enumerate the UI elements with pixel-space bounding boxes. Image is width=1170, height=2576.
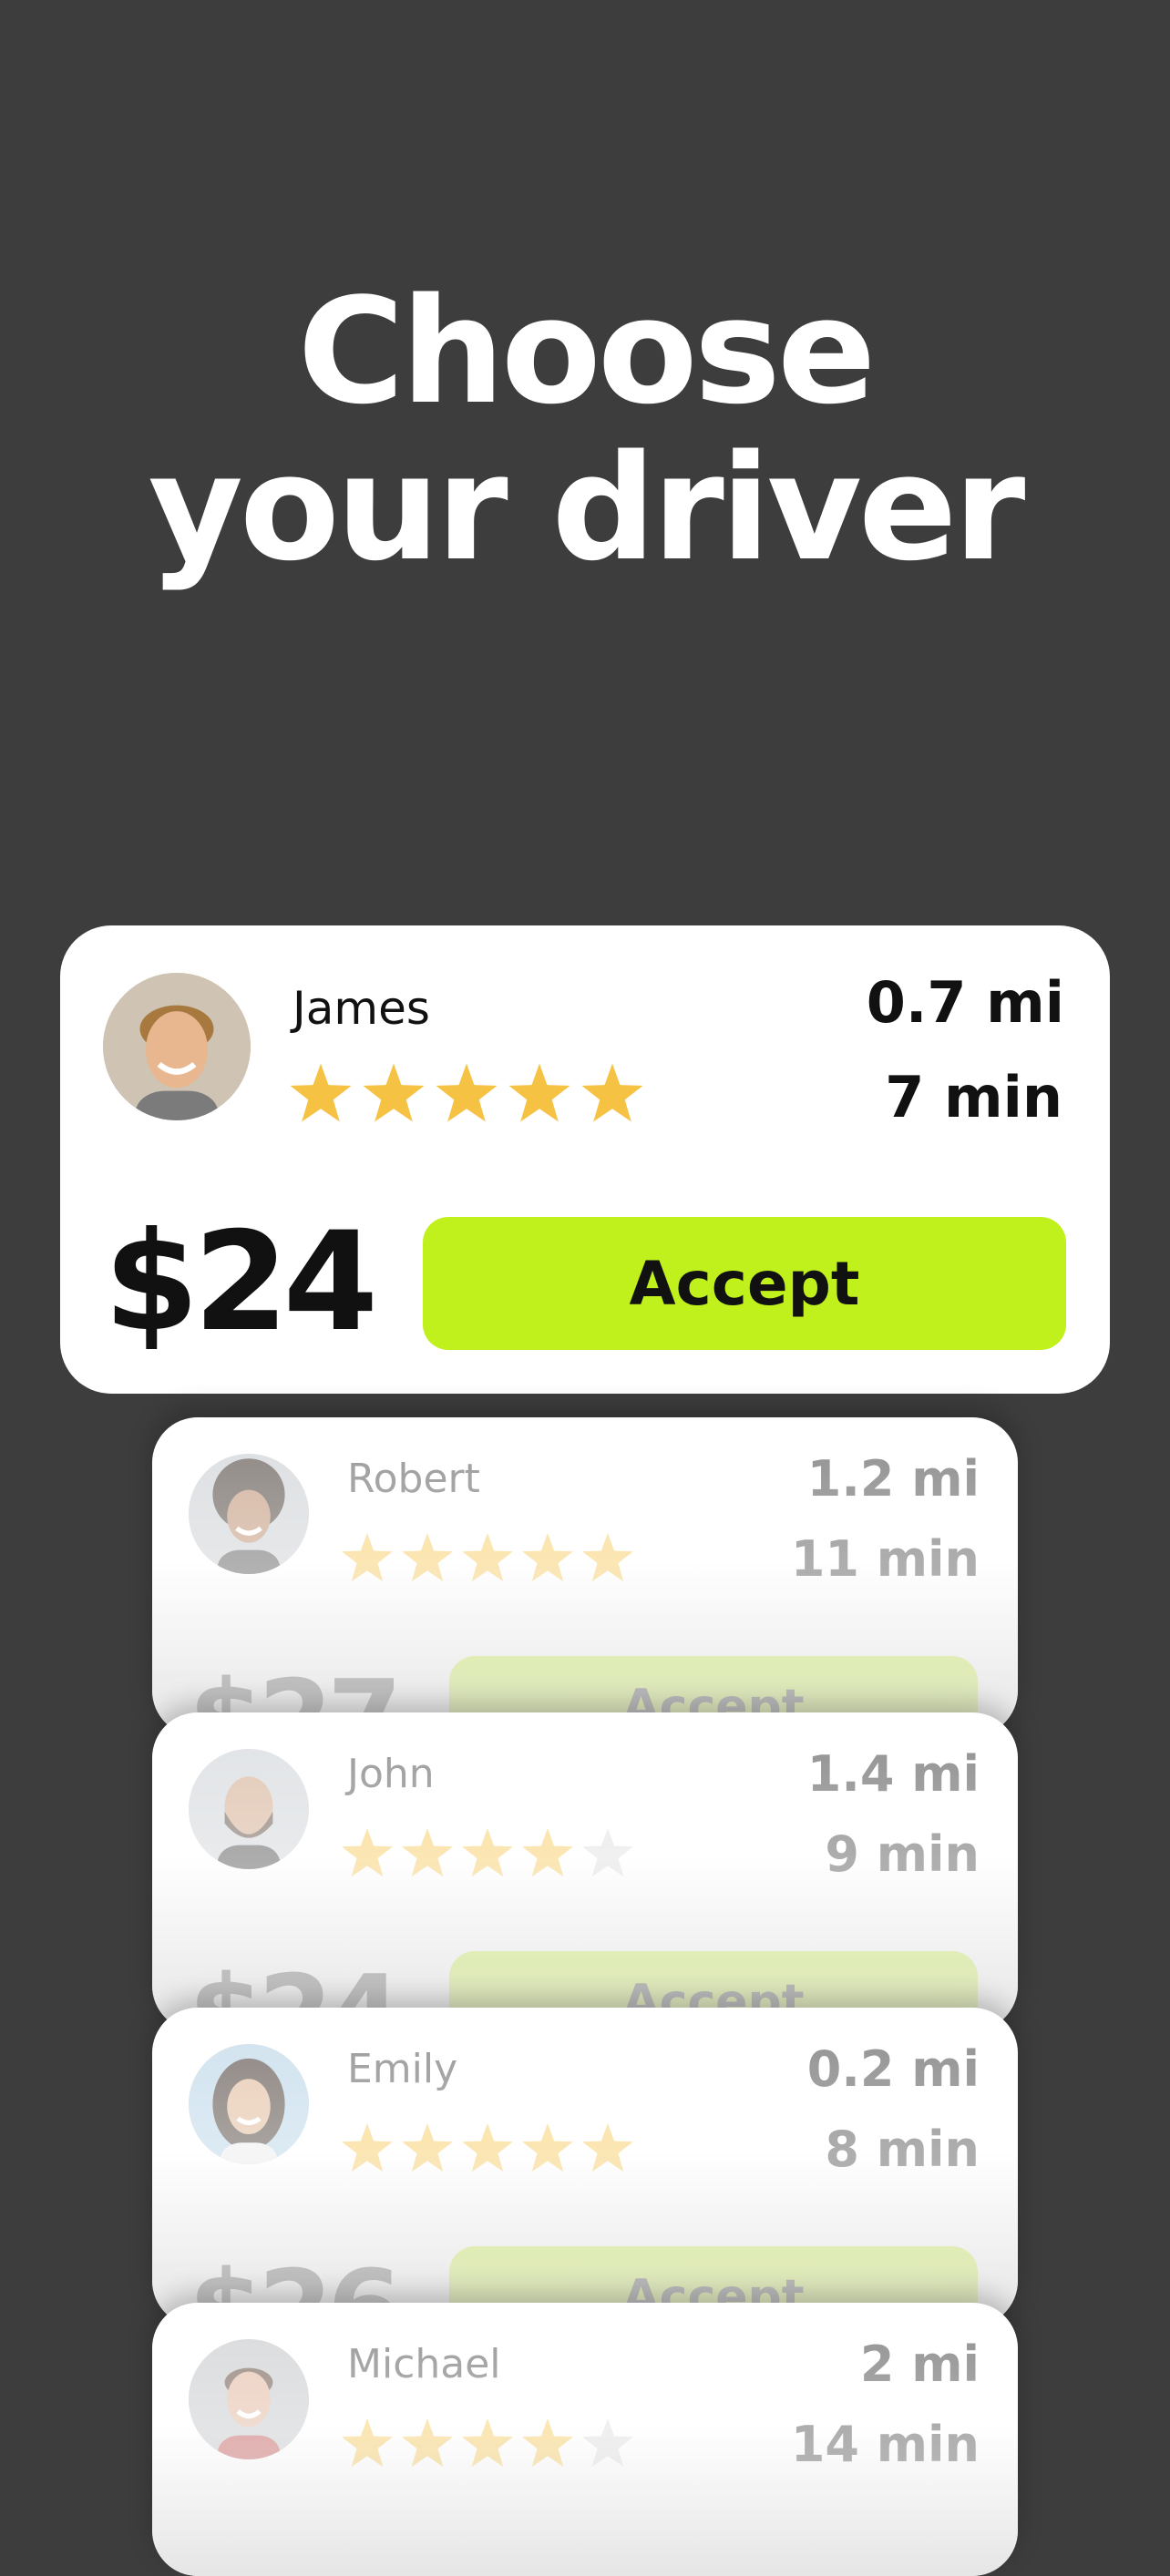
driver-distance: 0.7 mi bbox=[866, 969, 1064, 1036]
driver-card-robert[interactable]: Robert 1.2 mi 11 min $27 Accept bbox=[152, 1417, 1018, 1736]
driver-name: John bbox=[347, 1751, 435, 1797]
star-filled-icon bbox=[460, 2121, 515, 2175]
star-empty-icon bbox=[580, 1825, 635, 1880]
driver-avatar bbox=[189, 2044, 309, 2164]
star-filled-icon bbox=[460, 2416, 515, 2470]
driver-rating bbox=[340, 2416, 641, 2470]
driver-card-james[interactable]: James 0.7 mi 7 min $24 Accept bbox=[60, 925, 1110, 1394]
driver-rating bbox=[340, 1825, 641, 1880]
star-filled-icon bbox=[580, 2121, 635, 2175]
driver-eta: 11 min bbox=[790, 1530, 980, 1588]
driver-avatar bbox=[103, 973, 251, 1120]
driver-name: Robert bbox=[347, 1456, 480, 1502]
star-filled-icon bbox=[340, 1825, 395, 1880]
driver-avatar bbox=[189, 1749, 309, 1869]
star-filled-icon bbox=[520, 1530, 575, 1585]
page-title: Choose your driver bbox=[0, 273, 1170, 587]
driver-eta: 9 min bbox=[825, 1825, 980, 1883]
star-filled-icon bbox=[340, 2121, 395, 2175]
star-filled-icon bbox=[400, 1825, 455, 1880]
star-filled-icon bbox=[400, 1530, 455, 1585]
star-filled-icon bbox=[400, 2121, 455, 2175]
driver-name: James bbox=[292, 982, 430, 1035]
driver-distance: 2 mi bbox=[859, 2336, 980, 2393]
star-filled-icon bbox=[288, 1060, 354, 1126]
driver-card-michael[interactable]: Michael 2 mi 14 min bbox=[152, 2303, 1018, 2576]
star-empty-icon bbox=[580, 2416, 635, 2470]
driver-distance: 1.2 mi bbox=[806, 1450, 980, 1508]
driver-eta: 7 min bbox=[885, 1064, 1062, 1130]
star-filled-icon bbox=[520, 2416, 575, 2470]
star-filled-icon bbox=[520, 1825, 575, 1880]
page-title-line-1: Choose bbox=[297, 266, 877, 436]
star-filled-icon bbox=[507, 1060, 572, 1126]
accept-button[interactable]: Accept bbox=[423, 1217, 1066, 1350]
page-title-line-2: your driver bbox=[148, 423, 1026, 593]
driver-eta: 14 min bbox=[790, 2416, 980, 2473]
star-filled-icon bbox=[340, 2416, 395, 2470]
star-filled-icon bbox=[460, 1825, 515, 1880]
star-filled-icon bbox=[434, 1060, 499, 1126]
driver-name: Emily bbox=[347, 2046, 458, 2092]
driver-rating bbox=[340, 2121, 641, 2175]
ride-price: $24 bbox=[104, 1203, 378, 1362]
star-filled-icon bbox=[580, 1060, 645, 1126]
star-filled-icon bbox=[520, 2121, 575, 2175]
driver-eta: 8 min bbox=[825, 2121, 980, 2178]
driver-avatar bbox=[189, 2339, 309, 2459]
driver-distance: 1.4 mi bbox=[806, 1745, 980, 1803]
driver-avatar bbox=[189, 1454, 309, 1574]
star-filled-icon bbox=[400, 2416, 455, 2470]
driver-name: Michael bbox=[347, 2341, 501, 2387]
star-filled-icon bbox=[340, 1530, 395, 1585]
star-filled-icon bbox=[460, 1530, 515, 1585]
driver-card-john[interactable]: John 1.4 mi 9 min $24 Accept bbox=[152, 1712, 1018, 2031]
star-filled-icon bbox=[580, 1530, 635, 1585]
driver-distance: 0.2 mi bbox=[806, 2040, 980, 2098]
driver-card-emily[interactable]: Emily 0.2 mi 8 min $26 Accept bbox=[152, 2008, 1018, 2326]
driver-rating bbox=[288, 1060, 652, 1126]
star-filled-icon bbox=[361, 1060, 426, 1126]
driver-rating bbox=[340, 1530, 641, 1585]
